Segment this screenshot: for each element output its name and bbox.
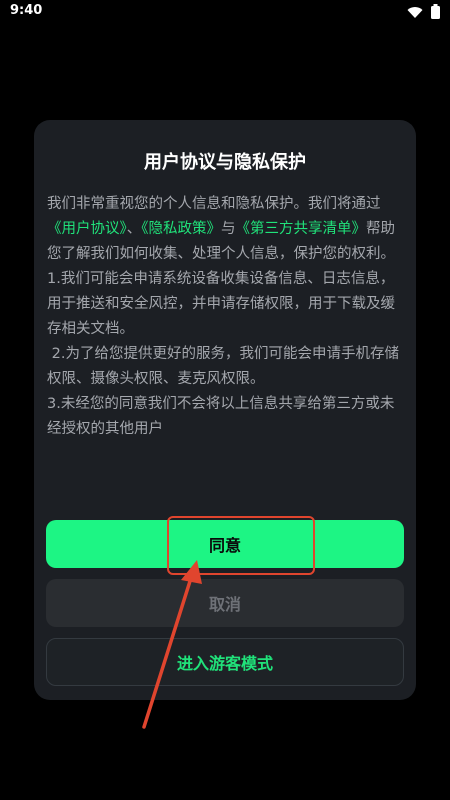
privacy-policy-link[interactable]: 《隐私政策》 (141, 221, 221, 237)
intro-text-before: 我们非常重视您的个人信息和隐私保护。我们将通过 (47, 196, 381, 212)
third-party-list-link[interactable]: 《第三方共享清单》 (236, 221, 367, 237)
policy-item-2: 2.为了给您提供更好的服务，我们可能会申请手机存储权限、摄像头权限、麦克风权限。 (47, 346, 399, 387)
policy-item-3: 3.未经您的同意我们不会将以上信息共享给第三方或未经授权的其他用户 (47, 396, 395, 437)
privacy-dialog: 用户协议与隐私保护 我们非常重视您的个人信息和隐私保护。我们将通过《用户协议》、… (34, 120, 416, 700)
policy-item-1: 1.我们可能会申请系统设备收集设备信息、日志信息，用于推送和安全风控，并申请存储… (47, 271, 395, 337)
dialog-body: 我们非常重视您的个人信息和隐私保护。我们将通过《用户协议》、《隐私政策》与《第三… (47, 192, 403, 442)
guest-mode-button[interactable]: 进入游客模式 (46, 638, 404, 686)
separator-text: 与 (221, 221, 236, 237)
annotation-highlight-box (167, 516, 315, 575)
battery-icon (431, 4, 440, 23)
status-time: 9:40 (10, 3, 43, 18)
status-icons (407, 4, 440, 23)
wifi-icon (407, 4, 423, 23)
separator-text: 、 (126, 221, 142, 237)
dialog-title: 用户协议与隐私保护 (144, 152, 306, 173)
intro-paragraph: 我们非常重视您的个人信息和隐私保护。我们将通过《用户协议》、《隐私政策》与《第三… (47, 192, 403, 267)
cancel-button[interactable]: 取消 (46, 579, 404, 627)
status-bar: 9:40 (0, 0, 450, 24)
user-agreement-link[interactable]: 《用户协议》 (47, 221, 127, 237)
